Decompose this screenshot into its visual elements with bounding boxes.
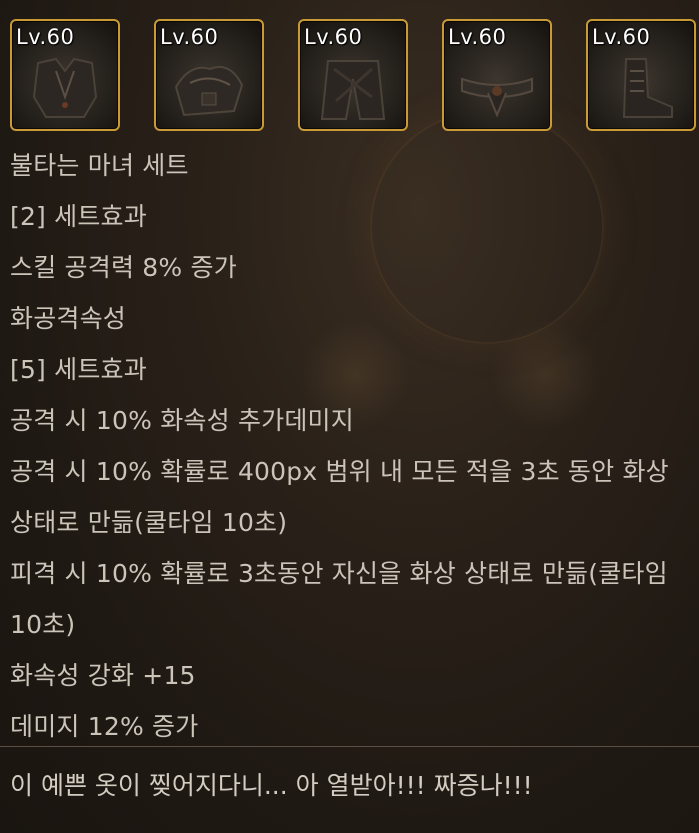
set-effect-line: 스킬 공격력 8% 증가 <box>10 253 237 282</box>
item-level: Lv.60 <box>16 25 75 49</box>
set-effect-line: 공격 시 10% 화속성 추가데미지 <box>10 406 354 435</box>
equipment-slot-shoes[interactable]: Lv.60 <box>586 19 696 131</box>
set-effect-line: 10초) <box>10 610 76 639</box>
set-name: 불타는 마녀 세트 <box>10 151 189 180</box>
item-level: Lv.60 <box>304 25 363 49</box>
armor-bottom-icon <box>320 60 386 120</box>
item-level: Lv.60 <box>160 25 219 49</box>
set-effect-line: 화속성 강화 +15 <box>10 661 196 690</box>
armor-shoes-icon <box>622 58 673 118</box>
set-effect-header-5: [5] 세트효과 <box>10 355 147 384</box>
set-effect-header-2: [2] 세트효과 <box>10 202 147 231</box>
item-level: Lv.60 <box>448 25 507 49</box>
equipment-slot-top[interactable]: Lv.60 <box>10 19 120 131</box>
set-effect-line: 피격 시 10% 확률로 3초동안 자신을 화상 상태로 만듦(쿨타임 <box>10 559 668 588</box>
armor-top-icon <box>32 57 98 118</box>
armor-shoulder-icon <box>174 66 244 117</box>
set-effect-line: 데미지 12% 증가 <box>10 712 199 741</box>
set-effect-line: 상태로 만듦(쿨타임 10초) <box>10 508 288 537</box>
equipment-slots: Lv.60 Lv.60 Lv.60 Lv.60 Lv.60 <box>10 19 696 131</box>
item-level: Lv.60 <box>592 25 651 49</box>
divider <box>0 746 699 747</box>
set-effect-line: 공격 시 10% 확률로 400px 범위 내 모든 적을 3초 동안 화상 <box>10 457 669 486</box>
equipment-slot-shoulder[interactable]: Lv.60 <box>154 19 264 131</box>
armor-belt-icon <box>461 77 533 118</box>
set-effect-line: 화공격속성 <box>10 304 127 333</box>
equipment-slot-bottom[interactable]: Lv.60 <box>298 19 408 131</box>
flavor-text: 이 예쁜 옷이 찢어지다니... 아 열받아!!! 짜증나!!! <box>10 771 533 800</box>
set-effect-list: 불타는 마녀 세트 [2] 세트효과 스킬 공격력 8% 증가 화공격속성 [5… <box>10 140 699 752</box>
equipment-slot-belt[interactable]: Lv.60 <box>442 19 552 131</box>
